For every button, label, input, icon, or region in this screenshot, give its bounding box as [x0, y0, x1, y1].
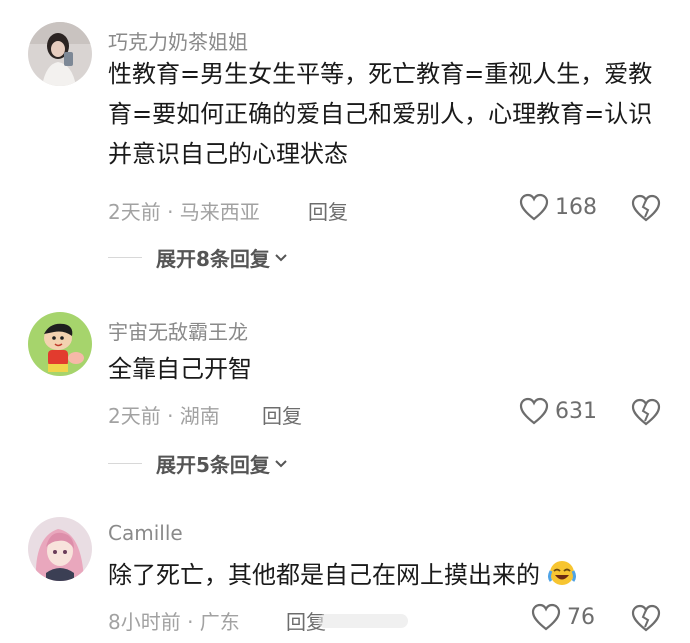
dislike-button[interactable]: [631, 603, 661, 633]
chevron-down-icon: [275, 253, 287, 261]
avatar-cartoon-boy-icon[interactable]: [28, 312, 92, 376]
chevron-down-icon: [275, 459, 287, 467]
comment-meta: 8小时前 · 广东: [108, 610, 240, 634]
dislike-button[interactable]: [631, 397, 661, 427]
expand-replies-label: 展开8条回复: [156, 247, 270, 271]
broken-heart-icon: [631, 604, 661, 632]
reply-button[interactable]: 回复: [308, 196, 348, 225]
divider-line: [108, 463, 142, 464]
expand-replies-label: 展开5条回复: [156, 453, 270, 477]
comment-meta: 2天前 · 马来西亚: [108, 200, 260, 224]
avatar-girl-photo-icon[interactable]: [28, 22, 92, 86]
broken-heart-icon: [631, 398, 661, 426]
heart-icon: [531, 603, 561, 631]
dislike-button[interactable]: [631, 193, 661, 223]
like-count: 76: [567, 604, 595, 630]
broken-heart-icon: [631, 194, 661, 222]
crying-laughing-emoji-icon: [547, 559, 576, 599]
comment-username[interactable]: Camille: [108, 521, 183, 545]
comment-text-content: 除了死亡，其他都是自己在网上摸出来的: [108, 561, 540, 589]
like-count: 168: [555, 194, 597, 220]
comment-username[interactable]: 巧克力奶茶姐姐: [108, 26, 248, 55]
comment-text: 除了死亡，其他都是自己在网上摸出来的: [108, 555, 668, 599]
heart-icon: [519, 193, 549, 221]
comment-text: 全靠自己开智: [108, 355, 252, 383]
like-count: 631: [555, 398, 597, 424]
like-button[interactable]: 76: [531, 603, 595, 631]
expand-replies-button[interactable]: 展开5条回复: [108, 449, 288, 478]
comment-text: 性教育=男生女生平等，死亡教育=重视人生，爱教育=要如何正确的爱自己和爱别人，心…: [108, 60, 653, 168]
watermark: [318, 610, 408, 632]
like-button[interactable]: 168: [519, 193, 597, 221]
divider-line: [108, 257, 142, 258]
expand-replies-button[interactable]: 展开8条回复: [108, 243, 288, 272]
comment-username[interactable]: 宇宙无敌霸王龙: [108, 316, 248, 345]
avatar-anime-girl-icon[interactable]: [28, 517, 92, 581]
heart-icon: [519, 397, 549, 425]
comment-meta: 2天前 · 湖南: [108, 404, 220, 428]
like-button[interactable]: 631: [519, 397, 597, 425]
reply-button[interactable]: 回复: [262, 400, 302, 429]
